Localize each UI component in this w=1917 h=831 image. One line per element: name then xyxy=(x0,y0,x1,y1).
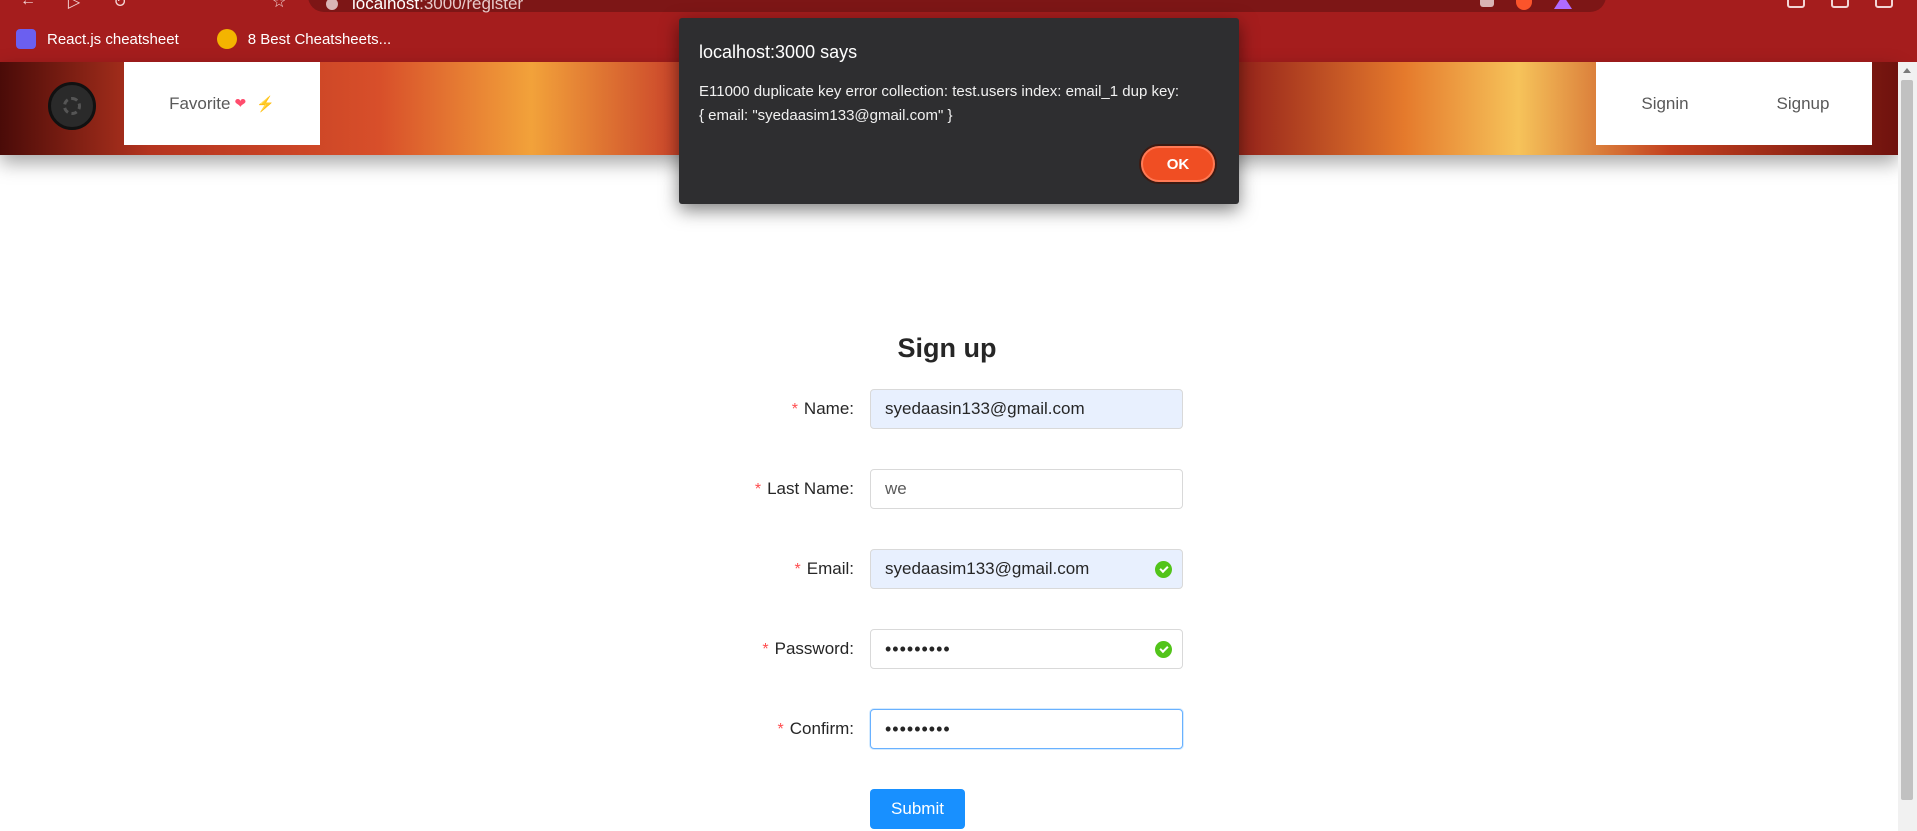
site-info-icon[interactable] xyxy=(326,0,338,10)
reload-icon[interactable]: ↻ xyxy=(110,0,130,12)
film-reel-logo-icon[interactable] xyxy=(48,82,96,130)
last-name-input[interactable]: we xyxy=(870,469,1183,509)
emoji-favicon-icon xyxy=(216,29,237,49)
lightning-icon: ⚡ xyxy=(256,95,275,113)
submit-button[interactable]: Submit xyxy=(870,789,965,829)
alert-dialog: localhost:3000 says E11000 duplicate key… xyxy=(679,18,1239,204)
heart-icon: ❤ xyxy=(234,95,247,111)
confirm-label: * Confirm: xyxy=(777,719,854,738)
form-row-confirm: * Confirm: ••••••••• xyxy=(660,709,1185,749)
scrollbar-thumb[interactable] xyxy=(1901,80,1913,800)
nav-signup-link[interactable]: Signup xyxy=(1734,94,1872,114)
required-mark: * xyxy=(777,721,784,738)
page-scrollbar[interactable] xyxy=(1898,62,1917,831)
nav-favorite-label: Favorite xyxy=(169,93,231,113)
brave-shield-icon[interactable] xyxy=(1516,0,1532,10)
window-icon[interactable] xyxy=(1875,0,1893,8)
extension-icons xyxy=(1787,0,1893,8)
success-check-icon xyxy=(1155,561,1172,578)
forward-icon[interactable]: ▷ xyxy=(64,0,84,12)
scroll-up-arrow-icon[interactable] xyxy=(1903,68,1911,73)
puzzle-icon[interactable] xyxy=(1831,0,1849,8)
back-icon[interactable]: ← xyxy=(18,0,38,12)
required-mark: * xyxy=(794,561,801,578)
rewards-icon[interactable] xyxy=(1554,0,1572,9)
key-icon[interactable] xyxy=(1480,0,1494,7)
required-mark: * xyxy=(754,481,762,498)
bookmark-star-icon[interactable]: ☆ xyxy=(272,0,286,12)
last-name-label: * Last Name: xyxy=(754,479,854,498)
auth-nav: Signin Signup xyxy=(1596,62,1872,145)
bookmark-best-cheatsheets[interactable]: 8 Best Cheatsheets... xyxy=(216,29,392,49)
bookmark-react-cheatsheet[interactable]: React.js cheatsheet xyxy=(16,29,179,49)
form-row-name: * Name: syedaasin133@gmail.com xyxy=(660,389,1185,429)
success-check-icon xyxy=(1155,641,1172,658)
bookmark-label: 8 Best Cheatsheets... xyxy=(247,30,392,48)
address-url[interactable]: localhost:3000/register xyxy=(352,0,523,14)
name-label: * Name: xyxy=(791,399,854,418)
form-row-last-name: * Last Name: we xyxy=(660,469,1185,509)
bookmark-label: React.js cheatsheet xyxy=(47,30,179,48)
alert-ok-button[interactable]: OK xyxy=(1141,146,1215,182)
nav-signin-link[interactable]: Signin xyxy=(1596,94,1734,114)
name-input[interactable]: syedaasin133@gmail.com xyxy=(870,389,1183,429)
address-bar[interactable]: localhost:3000/register xyxy=(308,0,1606,14)
email-label: * Email: xyxy=(794,559,854,578)
password-input[interactable]: ••••••••• xyxy=(870,629,1183,669)
alert-title: localhost:3000 says xyxy=(699,42,858,62)
extension-icon[interactable] xyxy=(1787,0,1805,8)
omnibox-actions xyxy=(1480,0,1572,10)
confirm-password-input[interactable]: ••••••••• xyxy=(870,709,1183,749)
alert-message: E11000 duplicate key error collection: t… xyxy=(699,83,1179,124)
required-mark: * xyxy=(762,641,769,658)
email-input[interactable]: syedaasim133@gmail.com xyxy=(870,549,1183,589)
password-label: * Password: xyxy=(762,639,854,658)
form-row-password: * Password: ••••••••• xyxy=(660,629,1185,669)
page-title: Sign up xyxy=(897,333,997,363)
nav-favorite[interactable]: Favorite ❤ ⚡ xyxy=(124,62,320,145)
required-mark: * xyxy=(791,401,798,418)
react-favicon-icon xyxy=(16,29,36,49)
form-row-email: * Email: syedaasim133@gmail.com xyxy=(660,549,1185,589)
browser-nav-buttons: ← ▷ ↻ xyxy=(18,0,130,12)
browser-toolbar: ← ▷ ↻ ☆ localhost:3000/register xyxy=(0,0,1917,16)
